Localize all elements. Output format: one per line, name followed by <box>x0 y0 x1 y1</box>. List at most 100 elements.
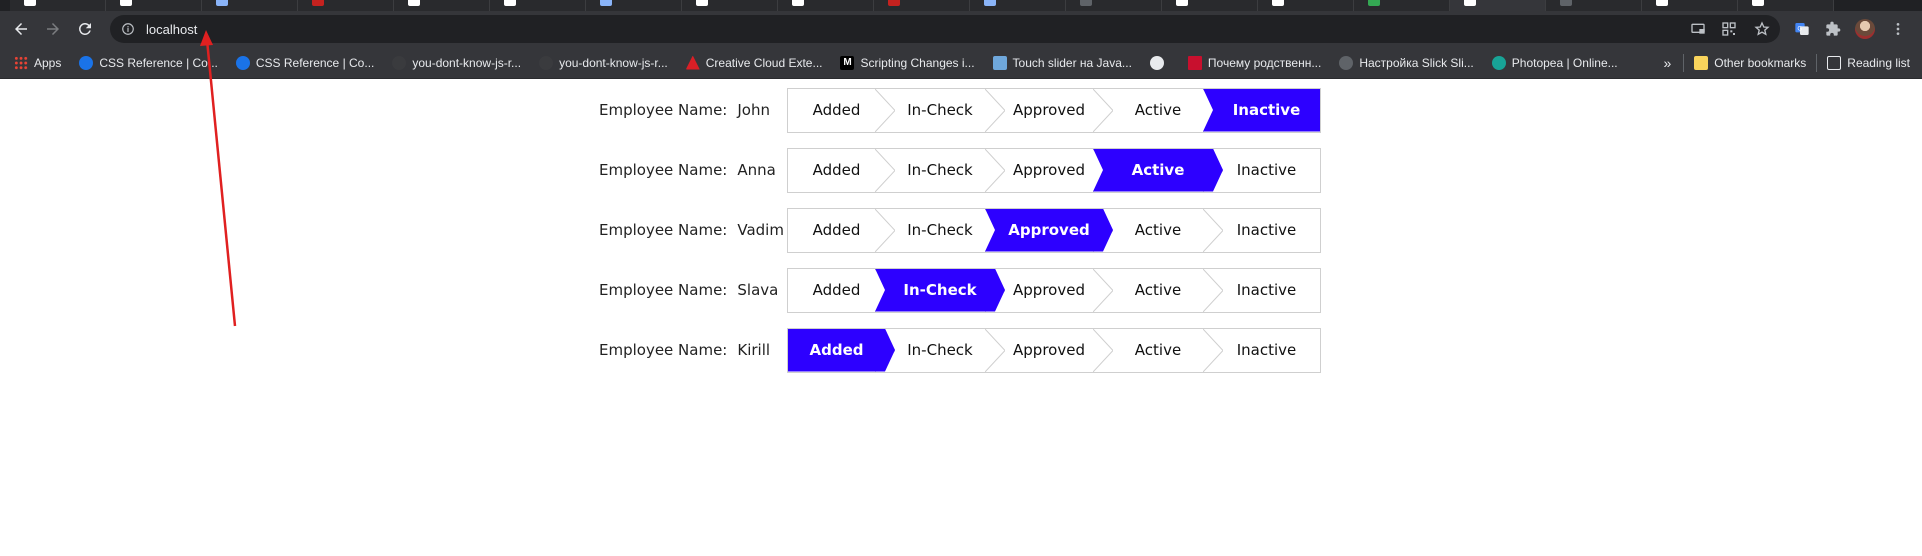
status-step-added[interactable]: Added <box>788 88 895 132</box>
status-step-inactive[interactable]: Inactive <box>1213 209 1320 252</box>
browser-tab[interactable] <box>1546 0 1642 11</box>
status-stepper: Added In-Check Approved Active Inactive <box>787 87 1321 133</box>
github-icon <box>392 55 407 70</box>
status-step-in-check[interactable]: In-Check <box>885 88 1005 132</box>
status-step-inactive[interactable]: Inactive <box>1203 88 1320 132</box>
chevron-separator <box>1203 208 1223 252</box>
status-step-label: Approved <box>1013 341 1085 359</box>
tab-strip <box>0 0 1922 11</box>
menu-dots-icon[interactable] <box>1888 19 1908 39</box>
browser-tab[interactable] <box>10 0 106 11</box>
bookmark-item[interactable]: you-dont-know-js-r... <box>386 51 527 75</box>
browser-tab[interactable] <box>778 0 874 11</box>
status-step-inactive[interactable]: Inactive <box>1213 329 1320 372</box>
bookmark-item[interactable]: Photopea | Online... <box>1486 51 1624 75</box>
status-step-in-check[interactable]: In-Check <box>875 268 1005 312</box>
status-step-approved[interactable]: Approved <box>995 328 1113 372</box>
bookmark-label: Apps <box>34 55 62 70</box>
status-step-approved[interactable]: Approved <box>985 208 1113 252</box>
star-icon[interactable] <box>1752 19 1772 39</box>
status-step-added[interactable]: Added <box>788 328 895 372</box>
bookmark-item[interactable]: CSS Reference | Co... <box>73 51 224 75</box>
status-step-added[interactable]: Added <box>788 148 895 192</box>
browser-tab[interactable] <box>1450 0 1546 11</box>
tab-favicon-icon <box>1272 0 1284 6</box>
browser-tab[interactable] <box>298 0 394 11</box>
status-step-label: Inactive <box>1232 101 1301 119</box>
chevron-separator <box>1093 328 1113 372</box>
qr-code-icon[interactable] <box>1719 19 1739 39</box>
extensions-puzzle-icon[interactable] <box>1823 19 1843 39</box>
status-step-approved[interactable]: Approved <box>995 88 1113 132</box>
employee-name: John <box>737 101 770 119</box>
bookmark-label: Scripting Changes i... <box>860 55 975 70</box>
other-bookmarks-folder[interactable]: Other bookmarks <box>1688 51 1812 75</box>
bookmark-item[interactable]: Почему родственн... <box>1182 51 1327 75</box>
status-step-added[interactable]: Added <box>788 208 895 252</box>
forward-button[interactable] <box>38 14 68 44</box>
browser-tab[interactable] <box>106 0 202 11</box>
browser-tab[interactable] <box>586 0 682 11</box>
globe-icon <box>1149 55 1164 70</box>
bookmark-item[interactable]: M Scripting Changes i... <box>834 51 980 75</box>
cast-icon[interactable] <box>1688 19 1708 39</box>
status-stepper: Added In-Check Approved Active Inactive <box>787 147 1321 193</box>
translate-extension-icon[interactable]: G <box>1792 19 1812 39</box>
status-step-label: Added <box>812 221 861 239</box>
browser-tab[interactable] <box>1258 0 1354 11</box>
employee-row: Employee Name: Vadim Added In-Check Approved… <box>599 207 1321 253</box>
browser-tab[interactable] <box>874 0 970 11</box>
browser-toolbar: localhost G <box>0 11 1922 47</box>
status-step-in-check[interactable]: In-Check <box>885 208 1005 252</box>
status-step-approved[interactable]: Approved <box>995 268 1113 312</box>
bookmark-item[interactable]: Creative Cloud Exte... <box>680 51 829 75</box>
browser-tab[interactable] <box>490 0 586 11</box>
status-step-inactive[interactable]: Inactive <box>1213 269 1320 312</box>
status-step-label: Approved <box>1013 101 1085 119</box>
bookmark-item[interactable]: you-dont-know-js-r... <box>533 51 674 75</box>
status-step-in-check[interactable]: In-Check <box>885 148 1005 192</box>
bookmark-item[interactable]: Настройка Slick Sli... <box>1333 51 1479 75</box>
status-step-label: Added <box>812 161 861 179</box>
status-step-active[interactable]: Active <box>1103 268 1223 312</box>
browser-tab[interactable] <box>970 0 1066 11</box>
browser-tab[interactable] <box>682 0 778 11</box>
status-step-label: Added <box>812 101 861 119</box>
browser-tab[interactable] <box>394 0 490 11</box>
bookmark-item[interactable]: Touch slider на Java... <box>987 51 1138 75</box>
address-bar[interactable]: localhost <box>110 15 1780 43</box>
browser-tab[interactable] <box>1738 0 1834 11</box>
employee-label: Employee Name: Vadim <box>599 221 787 239</box>
drop-icon <box>79 55 94 70</box>
drop-icon <box>235 55 250 70</box>
status-step-active[interactable]: Active <box>1103 208 1223 252</box>
bookmark-item[interactable] <box>1144 51 1176 75</box>
bookmarks-overflow-button[interactable]: » <box>1655 51 1679 75</box>
employee-label-prefix: Employee Name: <box>599 281 728 299</box>
browser-tab[interactable] <box>1354 0 1450 11</box>
info-icon[interactable] <box>120 21 136 37</box>
browser-tab[interactable] <box>1162 0 1258 11</box>
other-bookmarks-label: Other bookmarks <box>1714 55 1807 70</box>
status-step-label: In-Check <box>907 221 973 239</box>
status-step-inactive[interactable]: Inactive <box>1213 149 1320 192</box>
status-step-in-check[interactable]: In-Check <box>885 328 1005 372</box>
status-step-label: Active <box>1134 221 1182 239</box>
browser-tab[interactable] <box>1642 0 1738 11</box>
browser-tab[interactable] <box>202 0 298 11</box>
employee-row: Employee Name: John Added In-Check Approved A… <box>599 87 1321 133</box>
status-step-added[interactable]: Added <box>788 268 895 312</box>
reload-button[interactable] <box>70 14 100 44</box>
browser-tab[interactable] <box>1066 0 1162 11</box>
bookmark-item[interactable]: Apps <box>8 51 67 75</box>
back-button[interactable] <box>6 14 36 44</box>
chevron-separator <box>985 328 1005 372</box>
status-step-approved[interactable]: Approved <box>995 148 1113 192</box>
status-step-active[interactable]: Active <box>1093 148 1223 192</box>
status-step-active[interactable]: Active <box>1103 328 1223 372</box>
bookmark-item[interactable]: CSS Reference | Co... <box>230 51 381 75</box>
profile-avatar[interactable] <box>1855 19 1875 39</box>
chevron-separator <box>875 148 895 192</box>
reading-list-button[interactable]: Reading list <box>1821 51 1916 75</box>
status-step-active[interactable]: Active <box>1103 88 1223 132</box>
